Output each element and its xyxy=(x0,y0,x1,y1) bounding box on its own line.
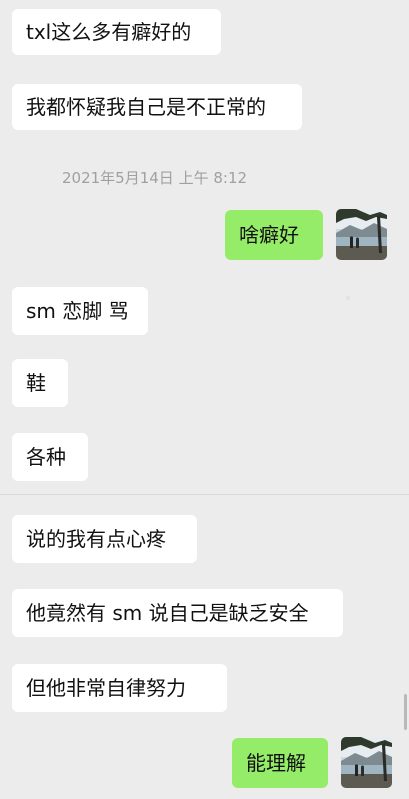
message-timestamp: 2021年5月14日 上午 8:12 xyxy=(62,169,248,187)
scrollbar-thumb[interactable] xyxy=(404,694,407,730)
avatar[interactable] xyxy=(341,737,392,788)
message-bubble-incoming[interactable]: 他竟然有 sm 说自己是缺乏安全 xyxy=(12,589,343,637)
avatar[interactable] xyxy=(336,209,387,260)
scroll-indicator-dot xyxy=(346,296,350,300)
divider xyxy=(0,494,409,495)
message-bubble-incoming[interactable]: sm 恋脚 骂 xyxy=(12,287,148,335)
lakeside-photo-avatar-icon xyxy=(336,209,387,260)
message-bubble-incoming[interactable]: txl这么多有癖好的 xyxy=(12,9,221,55)
message-bubble-incoming[interactable]: 说的我有点心疼 xyxy=(12,515,197,563)
message-bubble-outgoing[interactable]: 啥癖好 xyxy=(225,210,323,260)
message-bubble-incoming[interactable]: 我都怀疑我自己是不正常的 xyxy=(12,84,302,130)
message-bubble-incoming[interactable]: 但他非常自律努力 xyxy=(12,664,227,712)
message-bubble-outgoing[interactable]: 能理解 xyxy=(232,738,328,788)
lakeside-photo-avatar-icon xyxy=(341,737,392,788)
chat-message-list[interactable]: txl这么多有癖好的 我都怀疑我自己是不正常的 2021年5月14日 上午 8:… xyxy=(0,0,409,799)
message-bubble-incoming[interactable]: 鞋 xyxy=(12,359,68,407)
message-bubble-incoming[interactable]: 各种 xyxy=(12,433,88,481)
